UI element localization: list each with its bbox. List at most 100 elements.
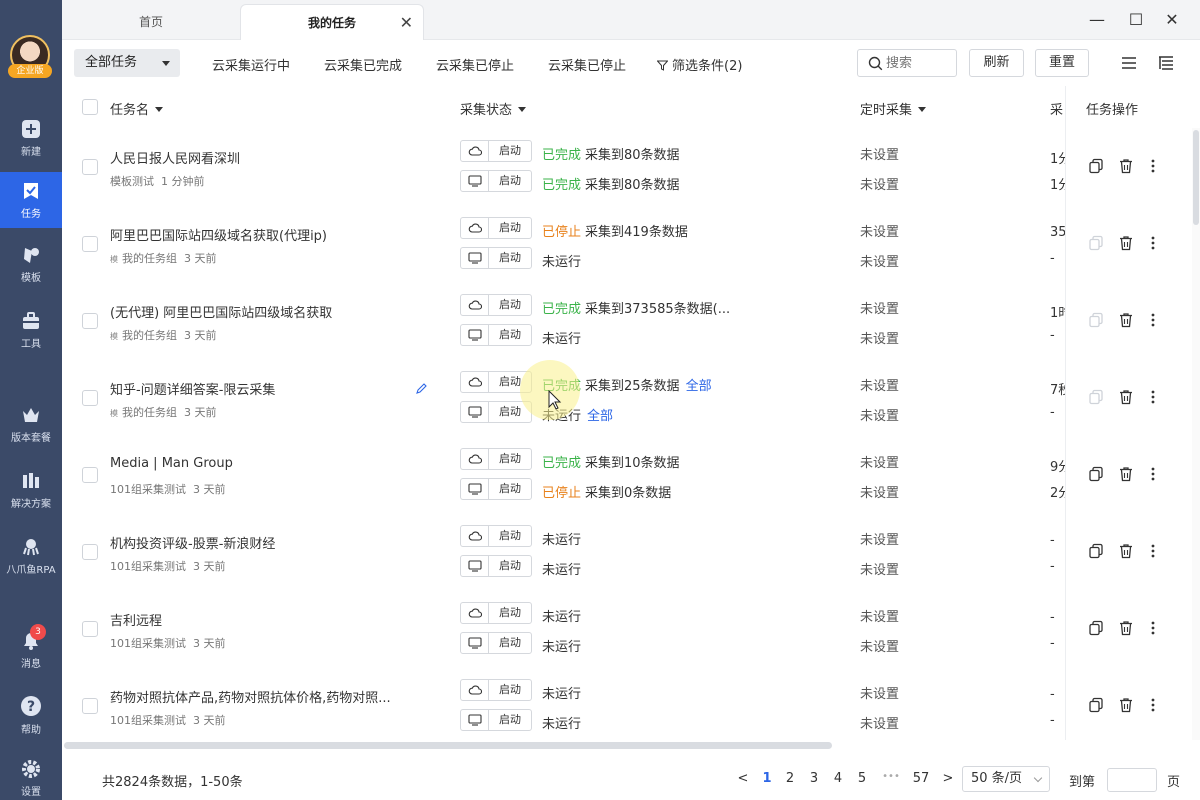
table-row[interactable]: Media | Man Group 101组采集测试 3 天前 启动 已完成 采集到10… [62, 436, 1065, 513]
task-name[interactable]: (无代理) 阿里巴巴国际站四级域名获取 [110, 302, 332, 321]
local-start-button[interactable]: 启动 [460, 632, 532, 654]
table-row[interactable]: (无代理) 阿里巴巴国际站四级域名获取模我的任务组 3 天前 启动 已完成 采集到37… [62, 282, 1065, 359]
row-checkbox[interactable] [82, 467, 98, 483]
page-4[interactable]: 4 [830, 771, 846, 786]
copy-icon[interactable] [1088, 466, 1104, 482]
next-page-button[interactable]: > [940, 771, 956, 786]
more-icon[interactable] [1150, 697, 1156, 713]
close-window-button[interactable]: ✕ [1162, 10, 1182, 30]
tree-view-icon[interactable] [1158, 55, 1174, 71]
delete-icon[interactable] [1118, 620, 1134, 636]
table-row[interactable]: 吉利远程 101组采集测试 3 天前 启动 未运行 启动 未运行 未设置 未设置 - - [62, 590, 1065, 667]
tab-my-tasks[interactable]: 我的任务 ✕ [240, 4, 424, 40]
row-checkbox[interactable] [82, 159, 98, 175]
refresh-button[interactable]: 刷新 [969, 49, 1024, 77]
more-icon[interactable] [1150, 158, 1156, 174]
cloud-start-button[interactable]: 启动 [460, 294, 532, 316]
page-size-select[interactable]: 50 条/页 [962, 766, 1050, 792]
page-last[interactable]: 57 [910, 771, 932, 786]
table-row[interactable]: 阿里巴巴国际站四级域名获取(代理ip) 模我的任务组 3 天前 启动 已停止 采集到41… [62, 205, 1065, 282]
list-view-icon[interactable] [1121, 56, 1137, 70]
task-name[interactable]: 机构投资评级-股票-新浪财经 [110, 533, 275, 552]
copy-icon[interactable] [1088, 312, 1104, 328]
delete-icon[interactable] [1118, 312, 1134, 328]
more-icon[interactable] [1150, 312, 1156, 328]
sidebar-item-plans[interactable]: 版本套餐 [0, 396, 62, 452]
local-start-button[interactable]: 启动 [460, 247, 532, 269]
goto-page-input[interactable] [1107, 768, 1157, 792]
sidebar-item-tasks[interactable]: 任务 [0, 172, 62, 228]
copy-icon[interactable] [1088, 235, 1104, 251]
filter-cloud-stopped[interactable]: 云采集已停止 [436, 55, 514, 74]
row-checkbox[interactable] [82, 236, 98, 252]
vertical-scrollbar[interactable] [1192, 128, 1200, 740]
task-name[interactable]: 人民日报人民网看深圳 [110, 148, 240, 167]
view-all-link[interactable]: 全部 [686, 379, 712, 394]
local-start-button[interactable]: 启动 [460, 555, 532, 577]
row-checkbox[interactable] [82, 390, 98, 406]
delete-icon[interactable] [1118, 158, 1134, 174]
page-5[interactable]: 5 [854, 771, 870, 786]
table-row[interactable]: 人民日报人民网看深圳 模板测试 1 分钟前 启动 已完成 采集到80条数据 启动 已完成 采集… [62, 128, 1065, 205]
task-name[interactable]: Media | Man Group [110, 456, 233, 471]
sidebar-item-help[interactable]: ? 帮助 [0, 686, 62, 742]
delete-icon[interactable] [1118, 235, 1134, 251]
local-start-button[interactable]: 启动 [460, 401, 532, 423]
local-start-button[interactable]: 启动 [460, 324, 532, 346]
more-icon[interactable] [1150, 466, 1156, 482]
filter-cloud-stopped-2[interactable]: 云采集已停止 [548, 55, 626, 74]
more-icon[interactable] [1150, 389, 1156, 405]
row-checkbox[interactable] [82, 621, 98, 637]
tab-home[interactable]: 首页 [62, 4, 240, 40]
delete-icon[interactable] [1118, 466, 1134, 482]
sidebar-item-messages[interactable]: 3 消息 [0, 622, 62, 678]
row-checkbox[interactable] [82, 698, 98, 714]
maximize-button[interactable]: ☐ [1126, 10, 1146, 30]
task-name[interactable]: 吉利远程 [110, 610, 162, 629]
minimize-button[interactable]: — [1087, 10, 1107, 30]
table-row[interactable]: 药物对照抗体产品,药物对照抗体价格,药物对照... 101组采集测试 3 天前 启动… [62, 667, 1065, 740]
copy-icon[interactable] [1088, 158, 1104, 174]
cloud-start-button[interactable]: 启动 [460, 448, 532, 470]
header-status[interactable]: 采集状态 [460, 99, 527, 118]
header-task-name[interactable]: 任务名 [110, 99, 164, 118]
filter-conditions[interactable]: 筛选条件(2) [656, 55, 742, 74]
select-all-checkbox[interactable] [82, 99, 98, 115]
delete-icon[interactable] [1118, 389, 1134, 405]
sidebar-item-new[interactable]: 新建 [0, 110, 62, 166]
horizontal-scrollbar[interactable] [64, 742, 832, 749]
search-box[interactable] [857, 49, 957, 77]
task-name[interactable]: 药物对照抗体产品,药物对照抗体价格,药物对照... [110, 687, 391, 706]
search-input[interactable] [886, 54, 952, 72]
page-2[interactable]: 2 [782, 771, 798, 786]
task-name[interactable]: 阿里巴巴国际站四级域名获取(代理ip) [110, 225, 327, 244]
filter-cloud-running[interactable]: 云采集运行中 [212, 55, 290, 74]
sidebar-item-templates[interactable]: 模板 [0, 236, 62, 292]
row-checkbox[interactable] [82, 313, 98, 329]
cloud-start-button[interactable]: 启动 [460, 140, 532, 162]
more-icon[interactable] [1150, 235, 1156, 251]
prev-page-button[interactable]: < [735, 771, 751, 786]
more-icon[interactable] [1150, 543, 1156, 559]
local-start-button[interactable]: 启动 [460, 478, 532, 500]
sidebar-item-solutions[interactable]: 解决方案 [0, 462, 62, 518]
local-start-button[interactable]: 启动 [460, 709, 532, 731]
table-row[interactable]: 机构投资评级-股票-新浪财经 101组采集测试 3 天前 启动 未运行 启动 未运行 未设置… [62, 513, 1065, 590]
copy-icon[interactable] [1088, 697, 1104, 713]
filter-cloud-done[interactable]: 云采集已完成 [324, 55, 402, 74]
page-1[interactable]: 1 [759, 771, 775, 786]
copy-icon[interactable] [1088, 620, 1104, 636]
row-checkbox[interactable] [82, 544, 98, 560]
cloud-start-button[interactable]: 启动 [460, 602, 532, 624]
page-3[interactable]: 3 [806, 771, 822, 786]
copy-icon[interactable] [1088, 543, 1104, 559]
cloud-start-button[interactable]: 启动 [460, 217, 532, 239]
more-icon[interactable] [1150, 620, 1156, 636]
reset-button[interactable]: 重置 [1035, 49, 1089, 77]
task-name[interactable]: 知乎-问题详细答案-限云采集 [110, 379, 275, 398]
header-schedule[interactable]: 定时采集 [860, 99, 927, 118]
view-all-link[interactable]: 全部 [587, 409, 613, 424]
cloud-start-button[interactable]: 启动 [460, 679, 532, 701]
page-ellipsis[interactable]: ••• [876, 771, 906, 782]
local-start-button[interactable]: 启动 [460, 170, 532, 192]
